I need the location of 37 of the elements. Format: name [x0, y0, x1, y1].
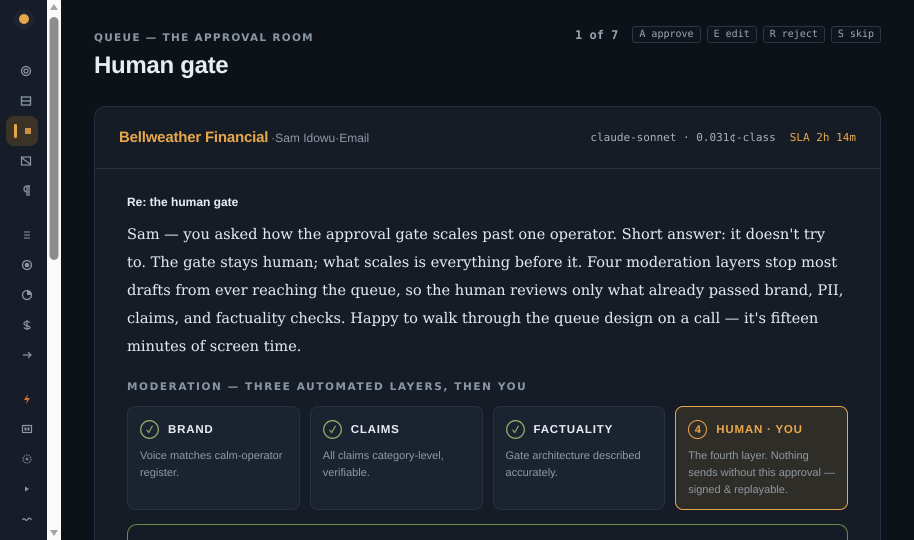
subject-line: Re: the human gate: [127, 195, 240, 209]
shortcut-button[interactable]: R reject: [762, 26, 825, 43]
sla-timer: SLA 2h 14m: [790, 131, 856, 144]
check-icon: [140, 420, 159, 439]
page-title: Human gate: [94, 52, 230, 80]
step-number: 4: [688, 420, 708, 439]
check-icon: [506, 420, 524, 439]
message-body: Sam — you asked how the approval gate scales past one operator. Short answer: it doesn't try to. The gate stays human; what scales is everything before it. Four moderation layers stop most drafts from ever reaching the queue, so the human reviews only what already passed brand, PII, claims, and factuality checks. Happy to walk through the queue design on a call — it's fifteen minutes of screen time.: [127, 225, 844, 357]
layer-name: FACTUALITY: [534, 424, 614, 436]
target-icon: [20, 65, 32, 77]
pie-icon: [20, 289, 32, 301]
layer-description: Voice matches calm-operator register.: [140, 449, 284, 481]
layer-description: Gate architecture described accurately.: [506, 449, 642, 481]
shortcut-button[interactable]: A approve: [632, 26, 701, 43]
arrow-icon: [20, 349, 32, 361]
gear-icon: [20, 453, 32, 465]
section-heading: MODERATION — THREE AUTOMATED LAYERS, THEN YOU: [127, 381, 528, 393]
logo-dot: [18, 14, 28, 24]
shortcut-button[interactable]: E edit: [706, 26, 757, 43]
client-name: Bellweather Financial: [119, 129, 268, 146]
nav-item[interactable]: [6, 116, 38, 146]
layer-name: BRAND: [168, 424, 214, 436]
layer-description: The fourth layer. Nothing sends without this approval — signed & replayable.: [688, 449, 835, 498]
queue-position: 1 of 7: [575, 28, 618, 42]
radio-icon: [20, 259, 32, 271]
layer-description: All claims category-level, verifiable.: [322, 449, 445, 481]
check-icon: [322, 420, 342, 439]
dollar-icon: [20, 319, 32, 331]
shortcut-button[interactable]: S skip: [830, 26, 881, 43]
contact-info: ·Sam Idowu·Email: [271, 131, 370, 145]
eyebrow-label: QUEUE — THE APPROVAL ROOM: [94, 32, 314, 44]
layer-name: HUMAN · YOU: [716, 424, 803, 436]
layout-icon: [20, 95, 32, 107]
image-icon: [20, 155, 32, 167]
model-info: claude-sonnet · 0.031¢-class: [590, 131, 776, 144]
grid-icon: [20, 423, 32, 435]
layer-name: CLAIMS: [350, 424, 400, 436]
